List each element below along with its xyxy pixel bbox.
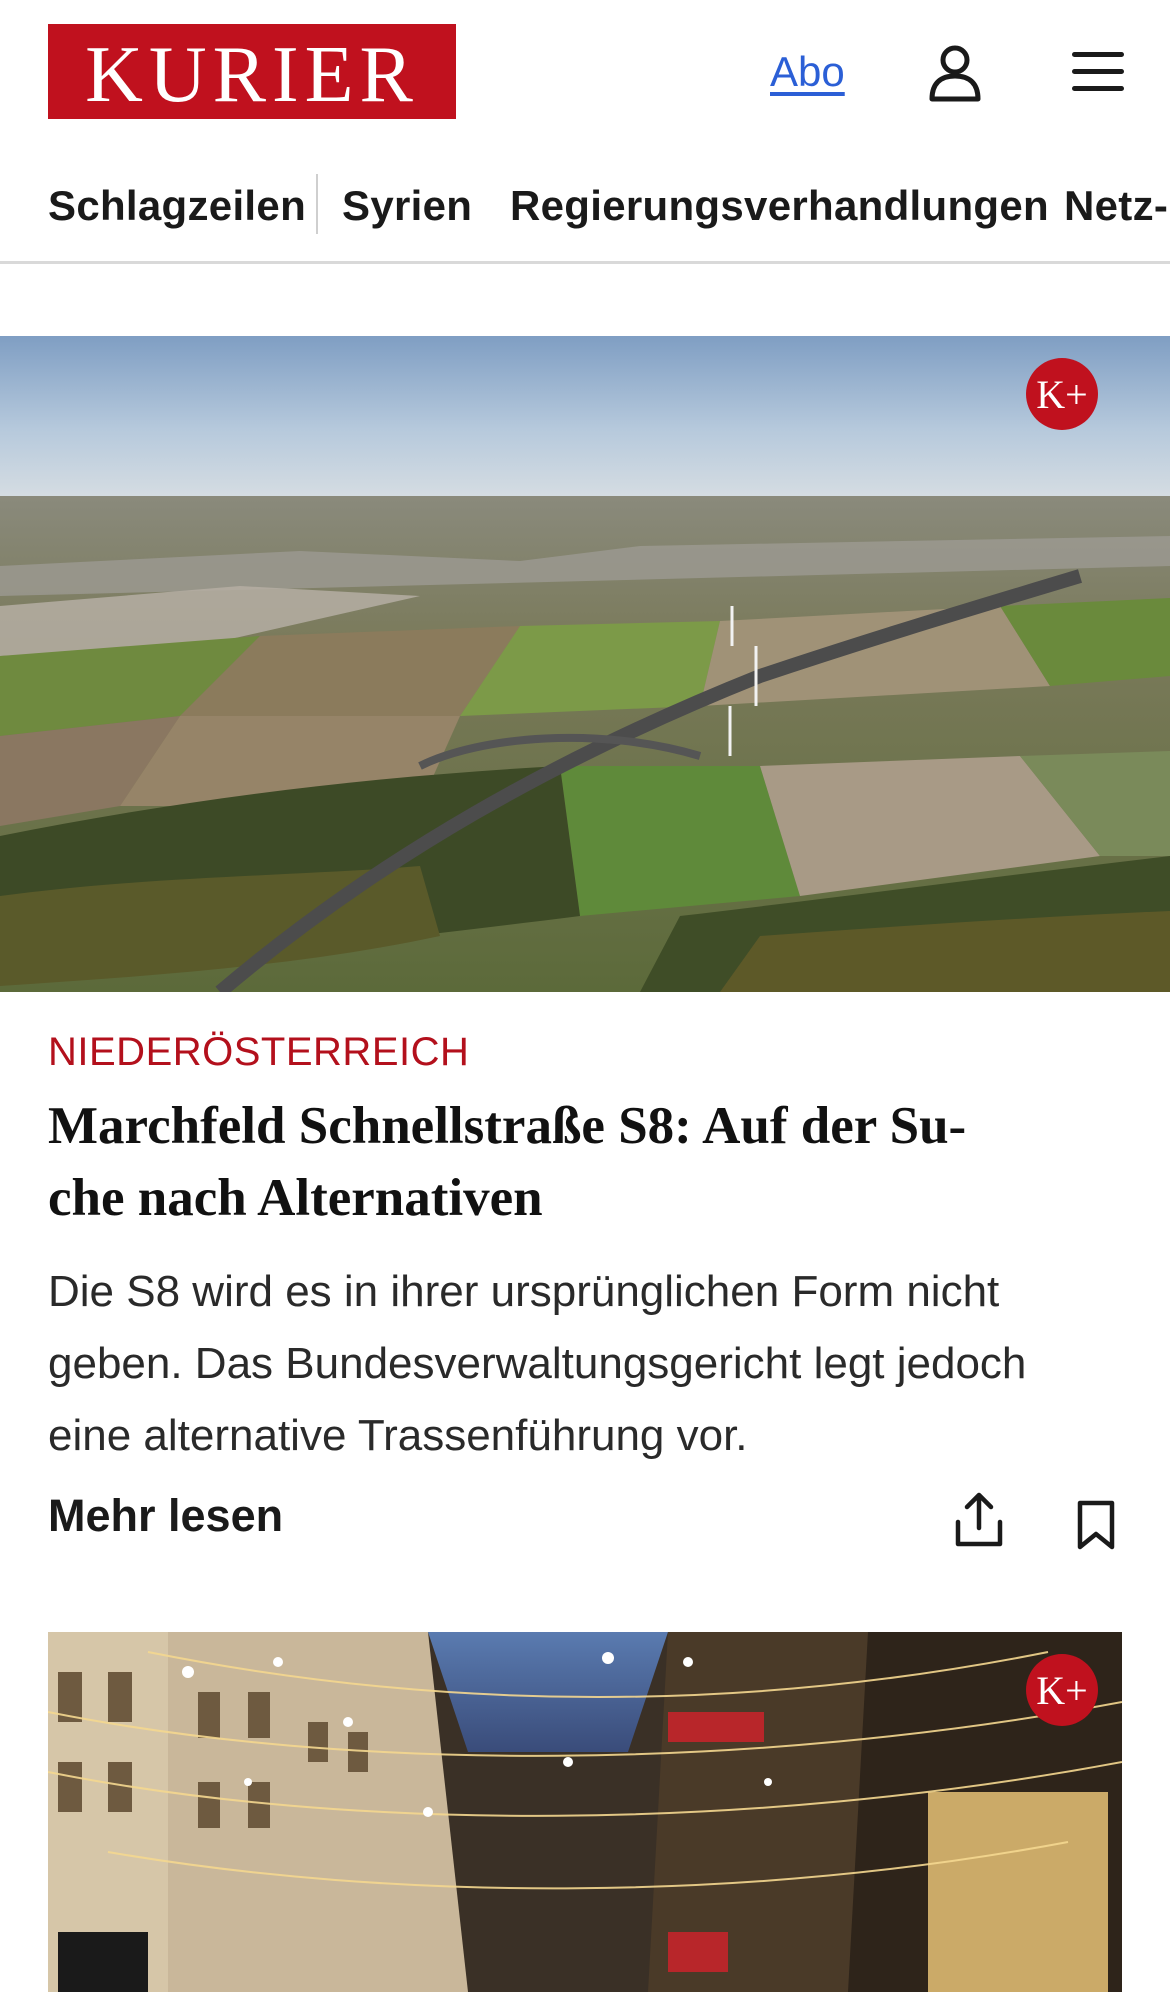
logo-text: KURIER (85, 30, 419, 119)
article-headline[interactable]: Marchfeld Schnellstraße S8: Auf der Su- … (48, 1090, 1128, 1234)
headline-line-1: Marchfeld Schnellstraße S8: Auf der Su- (48, 1097, 967, 1155)
read-more-link[interactable]: Mehr lesen (48, 1490, 283, 1542)
hamburger-menu-icon[interactable] (1070, 48, 1126, 96)
article-category[interactable]: NIEDERÖSTERREICH (48, 1030, 469, 1075)
teaser-line-1: Die S8 wird es in ihrer ursprünglichen F… (48, 1267, 1000, 1316)
teaser-line-2: geben. Das Bundesverwaltungsgericht legt… (48, 1339, 1027, 1388)
topic-nav: Schlagzeilen Syrien Regierungsverhandlun… (0, 168, 1170, 264)
kplus-badge: K+ (1026, 358, 1098, 430)
teaser-line-3: eine alternative Trassenführung vor. (48, 1411, 748, 1460)
nav-item-regierungsverhandlungen[interactable]: Regierungsverhandlungen (510, 182, 1049, 230)
christmas-street-illustration (48, 1632, 1122, 1992)
kurier-logo[interactable]: KURIER (48, 24, 456, 119)
abo-link[interactable]: Abo (770, 48, 845, 96)
site-header: KURIER Abo (0, 0, 1170, 146)
article-hero-image[interactable]: K+ (0, 336, 1170, 992)
second-article-image[interactable]: K+ (48, 1632, 1122, 1992)
landscape-illustration (0, 336, 1170, 992)
user-icon[interactable] (928, 44, 982, 102)
nav-item-syrien[interactable]: Syrien (342, 182, 472, 230)
nav-divider (316, 174, 318, 234)
article-teaser: Die S8 wird es in ihrer ursprünglichen F… (48, 1256, 1138, 1472)
nav-item-netz[interactable]: Netz- (1064, 182, 1168, 230)
bookmark-icon[interactable] (1076, 1500, 1116, 1550)
nav-item-schlagzeilen[interactable]: Schlagzeilen (48, 182, 306, 230)
headline-line-2: che nach Alternativen (48, 1169, 543, 1227)
share-icon[interactable] (954, 1492, 1004, 1548)
kplus-badge-2: K+ (1026, 1654, 1098, 1726)
